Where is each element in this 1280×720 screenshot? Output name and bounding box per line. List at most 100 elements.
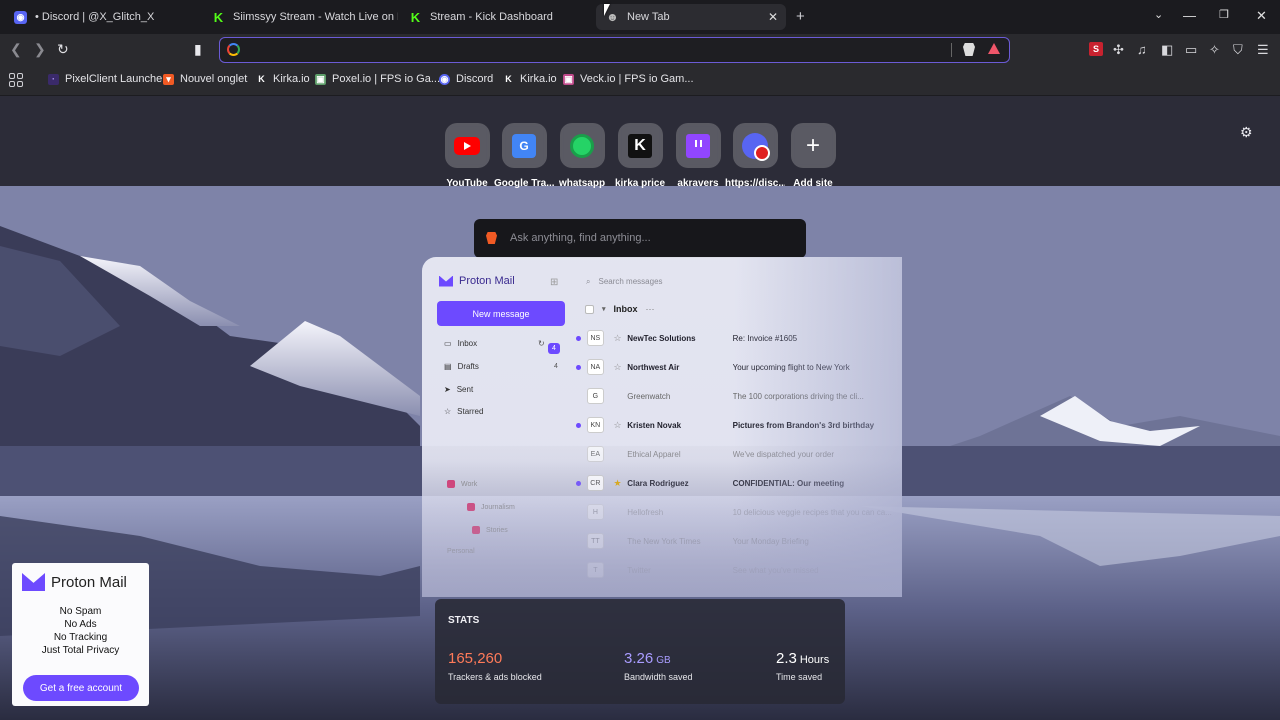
- tab-kick-stream[interactable]: K Siimssyy Stream - Watch Live on Kick: [202, 4, 398, 30]
- page-settings-gear-icon[interactable]: ⚙: [1240, 124, 1253, 141]
- veck-icon: ▣: [563, 73, 574, 85]
- sidebar-icon[interactable]: ◧: [1161, 42, 1173, 58]
- menu-icon[interactable]: ☰: [1257, 42, 1269, 58]
- media-music-icon[interactable]: ♫: [1137, 42, 1147, 57]
- brave-rewards-icon[interactable]: [988, 43, 1000, 54]
- label-color-icon: [472, 526, 480, 534]
- discord-icon: [742, 132, 770, 161]
- message-subject: Pictures from Brandon's 3rd birthday: [732, 420, 875, 430]
- back-button[interactable]: ❮: [10, 41, 22, 58]
- stats-title: STATS: [448, 615, 480, 626]
- bookmark-poxel[interactable]: ▣ Poxel.io | FPS io Ga...: [315, 73, 440, 85]
- close-tab-icon[interactable]: ✕: [768, 10, 778, 24]
- ad-tagline: No Spam No Ads No Tracking Just Total Pr…: [12, 605, 149, 657]
- top-site-kirka-price[interactable]: K kirka price: [610, 123, 670, 189]
- new-message-button: New message: [437, 301, 565, 326]
- tab-new-tab[interactable]: ☻ New Tab ✕: [596, 4, 786, 30]
- sender-avatar: H: [586, 504, 604, 520]
- close-window-button[interactable]: ✕: [1256, 8, 1267, 24]
- forward-button[interactable]: ❯: [34, 41, 46, 58]
- extensions-puzzle-icon[interactable]: ✣: [1113, 42, 1124, 58]
- tab-discord[interactable]: ◉ • Discord | @X_Glitch_X: [4, 4, 194, 30]
- leo-ai-icon[interactable]: ✧: [1209, 42, 1220, 58]
- sender-name: Twitter: [627, 565, 651, 575]
- star-icon: ☆: [613, 361, 622, 372]
- vpn-shield-icon[interactable]: ⛉: [1233, 42, 1243, 58]
- tab-title: • Discord | @X_Glitch_X: [35, 11, 155, 23]
- trackers-blocked-value: 165,260: [448, 650, 502, 667]
- bookmark-icon[interactable]: ▮: [194, 41, 202, 58]
- select-all-checkbox: [585, 304, 594, 314]
- message-row: NS ☆ NewTec Solutions Re: Invoice #1605: [574, 328, 894, 348]
- kirka-icon: K: [505, 74, 512, 84]
- sender-avatar: NA: [586, 359, 604, 375]
- message-row: EA Ethical Apparel We've dispatched your…: [574, 444, 894, 464]
- ad-line: Just Total Privacy: [41, 645, 120, 656]
- unread-dot-icon: [576, 422, 581, 428]
- tab-search-chevron-icon[interactable]: ⌄: [1154, 8, 1163, 21]
- bookmark-veck[interactable]: ▣ Veck.io | FPS io Gam...: [563, 73, 694, 85]
- apps-grid-icon[interactable]: [9, 73, 23, 87]
- folder-count: 4: [554, 363, 558, 370]
- brave-shields-icon[interactable]: [963, 43, 975, 56]
- bookmark-kirka-2[interactable]: K Kirka.io: [503, 73, 556, 85]
- message-row: T Twitter See what you've missed: [574, 560, 894, 580]
- proton-mail-sponsored-preview[interactable]: Proton Mail ⊞ ⌕ Search messages New mess…: [422, 257, 902, 597]
- sender-avatar: CR: [586, 475, 604, 491]
- star-icon: ☆: [613, 332, 622, 343]
- site-label: Google Tra...: [494, 178, 554, 189]
- top-site-whatsapp[interactable]: whatsapp: [552, 123, 612, 189]
- proton-search-placeholder: Search messages: [598, 277, 663, 286]
- ntp-search-input[interactable]: Ask anything, find anything...: [474, 219, 806, 258]
- tab-title: Stream - Kick Dashboard: [430, 11, 553, 23]
- sender-name: NewTec Solutions: [627, 333, 696, 343]
- restore-button[interactable]: ❐: [1219, 8, 1229, 21]
- message-subject: We've dispatched your order: [732, 449, 835, 459]
- top-site-google-translate[interactable]: G Google Tra...: [494, 123, 554, 189]
- starred-icon: ★: [613, 477, 622, 488]
- bandwidth-saved-value: 3.26 GB: [624, 650, 671, 667]
- site-label: kirka price: [614, 178, 666, 189]
- site-tile: [732, 123, 778, 168]
- address-bar[interactable]: [219, 37, 1010, 63]
- site-tile: [675, 123, 721, 168]
- get-free-account-button[interactable]: Get a free account: [23, 675, 139, 701]
- reload-button[interactable]: ↻: [57, 41, 69, 58]
- bookmark-pixelclient[interactable]: · PixelClient Launcher: [48, 73, 166, 85]
- discord-icon: ◉: [14, 10, 27, 24]
- whatsapp-icon: [570, 133, 594, 158]
- label-journalism: Journalism: [467, 503, 515, 511]
- site-tile: [559, 123, 605, 168]
- star-icon: ☆: [444, 407, 452, 416]
- top-site-akravers[interactable]: akravers: [668, 123, 728, 189]
- bookmark-kirka[interactable]: K Kirka.io: [256, 73, 309, 85]
- message-subject: The 100 corporations driving the cli...: [732, 391, 864, 401]
- message-subject: Re: Invoice #1605: [732, 333, 798, 343]
- pixelclient-icon: ·: [48, 73, 59, 85]
- new-tab-page: ⚙ YouTube G Google Tra... whatsapp K kir…: [0, 96, 1280, 720]
- unread-dot-icon: [576, 480, 581, 486]
- label-personal: Personal: [447, 548, 475, 555]
- extension-s-icon[interactable]: S: [1089, 42, 1103, 56]
- trackers-label: Trackers & ads blocked: [448, 672, 542, 682]
- top-site-youtube[interactable]: YouTube: [437, 123, 497, 189]
- top-site-add-site[interactable]: + Add site: [783, 123, 843, 189]
- folder-inbox: ▭ Inbox ↻: [444, 339, 545, 348]
- new-tab-button[interactable]: +: [796, 8, 805, 25]
- tab-kick-dashboard[interactable]: K Stream - Kick Dashboard: [399, 4, 595, 30]
- refresh-icon: ↻: [538, 339, 545, 348]
- minimize-button[interactable]: —: [1183, 8, 1196, 23]
- bookmark-label: Veck.io | FPS io Gam...: [580, 73, 694, 85]
- toolbar: ❮ ❯ ↻ ▮ S ✣ ♫ ◧ ▭ ✧ ⛉ ☰: [0, 34, 1280, 66]
- unread-count-badge: 4: [548, 343, 560, 354]
- bookmark-label: Discord: [456, 73, 494, 85]
- top-site-discord[interactable]: https://disc...: [725, 123, 785, 189]
- sent-icon: ➤: [444, 385, 451, 394]
- folder-label: Inbox: [457, 339, 478, 348]
- time-unit: Hours: [799, 654, 830, 666]
- brave-icon: [486, 232, 497, 244]
- bookmark-discord[interactable]: ◉ Discord: [439, 73, 493, 85]
- bookmark-nouvel-onglet[interactable]: ▾ Nouvel onglet: [163, 73, 247, 85]
- site-tile: G: [501, 123, 547, 168]
- wallet-icon[interactable]: ▭: [1185, 42, 1197, 58]
